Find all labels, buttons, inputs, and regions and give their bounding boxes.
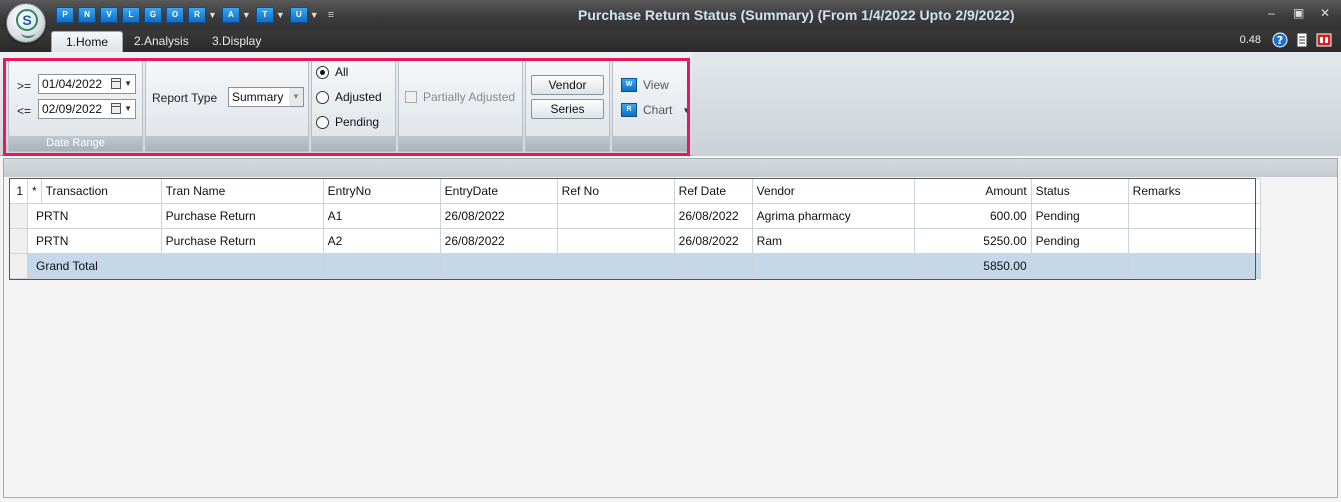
- chevron-down-icon[interactable]: ▼: [208, 10, 217, 20]
- ribbon-tabs: 1.Home 2.Analysis 3.Display 0.48 ?: [0, 30, 1341, 52]
- column-header[interactable]: Status: [1030, 178, 1129, 204]
- row-number-header: 1: [9, 178, 28, 204]
- quick-access-p-icon[interactable]: P: [56, 7, 74, 23]
- quick-access-t-icon[interactable]: T: [255, 7, 274, 23]
- customize-toolbar-icon[interactable]: ≡: [328, 9, 334, 21]
- quick-access-o-icon[interactable]: O: [166, 7, 184, 23]
- radio-adjusted[interactable]: Adjusted: [316, 90, 382, 104]
- minimize-icon[interactable]: –: [1268, 6, 1275, 20]
- quick-access-v-icon[interactable]: V: [100, 7, 118, 23]
- date-range-group: >= 01/04/2022 ▼ <= 02/09/2022 ▼ Date Ran…: [8, 60, 143, 152]
- report-type-select[interactable]: Summary ▼: [228, 87, 304, 107]
- date-range-caption: Date Range: [9, 136, 142, 151]
- report-type-group: Report Type Summary ▼: [145, 60, 309, 152]
- chevron-down-icon[interactable]: ▼: [276, 10, 285, 20]
- calendar-icon[interactable]: [111, 103, 121, 114]
- grid-header-row: 1 * Transaction Tran Name EntryNo EntryD…: [9, 178, 1261, 204]
- quick-access-u-icon[interactable]: U: [289, 7, 308, 23]
- radio-pending[interactable]: Pending: [316, 115, 379, 129]
- to-date-field[interactable]: 02/09/2022 ▼: [38, 99, 136, 119]
- quick-access-r-icon[interactable]: R: [188, 7, 206, 23]
- chart-button[interactable]: R Chart ▼: [621, 103, 690, 117]
- quick-access-n-icon[interactable]: N: [78, 7, 96, 23]
- tab-analysis[interactable]: 2.Analysis: [120, 30, 203, 52]
- calendar-icon[interactable]: [111, 78, 121, 89]
- quick-access-g-icon[interactable]: G: [144, 7, 162, 23]
- tab-display[interactable]: 3.Display: [198, 30, 275, 52]
- column-header[interactable]: Remarks: [1127, 178, 1261, 204]
- table-row[interactable]: PRTN Purchase Return A2 26/08/2022 26/08…: [9, 228, 1261, 254]
- radio-all[interactable]: All: [316, 65, 348, 79]
- column-header[interactable]: Amount: [913, 178, 1032, 204]
- report-content-area: 1 * Transaction Tran Name EntryNo EntryD…: [3, 158, 1338, 498]
- ribbon-panel: >= 01/04/2022 ▼ <= 02/09/2022 ▼ Date Ran…: [0, 52, 1341, 156]
- report-grid: 1 * Transaction Tran Name EntryNo EntryD…: [9, 178, 1261, 279]
- tab-home[interactable]: 1.Home: [51, 31, 124, 52]
- status-filter-group: All Adjusted Pending: [311, 60, 396, 152]
- quick-access-toolbar: P N V L G O R ▼ A ▼ T ▼ U ▼ ≡: [56, 6, 334, 24]
- svg-text:?: ?: [1277, 34, 1283, 47]
- chevron-down-icon[interactable]: ▼: [124, 100, 132, 118]
- vendor-series-group: Vendor Series: [525, 60, 610, 152]
- partially-adjusted-group: Partially Adjusted: [398, 60, 523, 152]
- quick-access-l-icon[interactable]: L: [122, 7, 140, 23]
- table-row[interactable]: PRTN Purchase Return A1 26/08/2022 26/08…: [9, 203, 1261, 229]
- from-date-field[interactable]: 01/04/2022 ▼: [38, 74, 136, 94]
- view-button[interactable]: W View: [621, 78, 669, 92]
- column-header[interactable]: EntryDate: [439, 178, 558, 204]
- column-header[interactable]: EntryNo: [322, 178, 441, 204]
- series-button[interactable]: Series: [531, 99, 604, 119]
- to-date-label: <=: [17, 104, 32, 118]
- row-marker-header: *: [27, 178, 42, 204]
- column-header[interactable]: Vendor: [751, 178, 915, 204]
- partially-adjusted-checkbox[interactable]: Partially Adjusted: [405, 90, 515, 104]
- zoom-level: 0.48: [1239, 34, 1261, 46]
- view-icon: W: [621, 78, 637, 92]
- chart-icon: R: [621, 103, 637, 117]
- column-header[interactable]: Ref Date: [673, 178, 753, 204]
- view-chart-group: W View R Chart ▼: [612, 60, 690, 152]
- title-bar: P N V L G O R ▼ A ▼ T ▼ U ▼ ≡ Purchase R…: [0, 0, 1341, 30]
- from-date-label: >=: [17, 79, 32, 93]
- document-icon[interactable]: [1294, 32, 1310, 48]
- help-icon[interactable]: ?: [1272, 32, 1288, 48]
- chevron-down-icon[interactable]: ▼: [682, 106, 690, 115]
- close-icon[interactable]: ✕: [1320, 6, 1330, 20]
- grand-total-row[interactable]: Grand Total 5850.00: [9, 253, 1261, 279]
- column-header[interactable]: Ref No: [556, 178, 675, 204]
- chevron-down-icon[interactable]: ▼: [310, 10, 319, 20]
- quick-access-a-icon[interactable]: A: [221, 7, 240, 23]
- app-logo[interactable]: S: [6, 3, 46, 43]
- column-header[interactable]: Tran Name: [160, 178, 324, 204]
- vendor-button[interactable]: Vendor: [531, 75, 604, 95]
- exit-icon[interactable]: [1316, 32, 1332, 48]
- chevron-down-icon[interactable]: ▼: [124, 75, 132, 93]
- chevron-down-icon[interactable]: ▼: [242, 10, 251, 20]
- column-header[interactable]: Transaction: [40, 178, 162, 204]
- report-type-label: Report Type: [152, 91, 218, 105]
- restore-icon[interactable]: ▣: [1293, 6, 1304, 20]
- window-title: Purchase Return Status (Summary) (From 1…: [578, 7, 1015, 23]
- chevron-down-icon[interactable]: ▼: [289, 88, 303, 106]
- grand-total-amount: 5850.00: [913, 253, 1032, 279]
